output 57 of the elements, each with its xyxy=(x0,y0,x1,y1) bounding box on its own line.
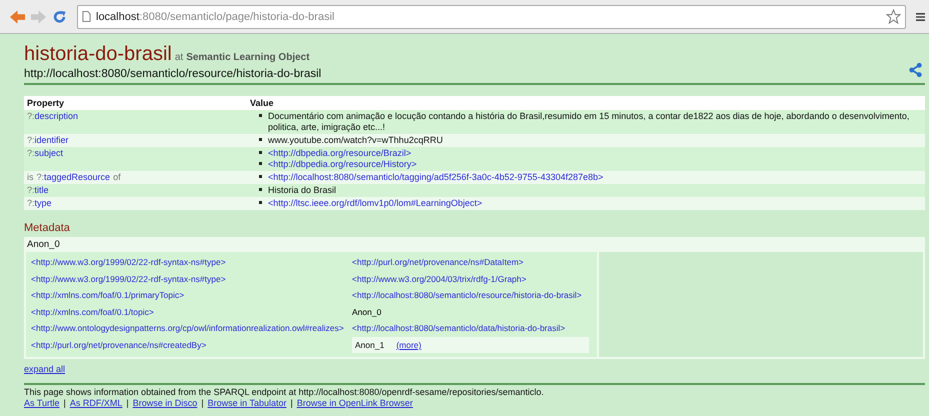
column-header: Value xyxy=(247,96,925,110)
resource-uri: http://localhost:8080/semanticlo/resource/historia-do-brasil xyxy=(24,68,322,80)
predicate-link[interactable]: <http://xmlns.com/foaf/0.1/primaryTopic> xyxy=(26,290,352,300)
separator: | xyxy=(64,398,66,409)
separator: | xyxy=(126,398,129,409)
bullet-icon xyxy=(259,114,262,117)
menu-icon[interactable] xyxy=(916,12,925,22)
footer-link[interactable]: As Turtle xyxy=(24,398,60,409)
property-name[interactable]: ?:title xyxy=(27,185,49,195)
footer-link[interactable]: As RDF/XML xyxy=(70,398,122,409)
footer-link[interactable]: Browse in Tabulator xyxy=(208,398,286,409)
value-text: www.youtube.com/watch?v=wThhu2cqRRU xyxy=(268,135,443,146)
object-link[interactable]: <http://localhost:8080/semanticlo/data/historia-do-brasil> xyxy=(352,323,597,334)
separator: | xyxy=(290,398,293,409)
site-name: Semantic Learning Object xyxy=(186,52,310,63)
object-link[interactable]: <http://localhost:8080/semanticlo/resource/historia-do-brasil> xyxy=(352,290,597,300)
expand-all-link[interactable]: expand all xyxy=(24,364,66,374)
bullet-icon xyxy=(259,138,262,141)
footer-text: This page shows information obtained from the SPARQL endpoint at http://localhost:8080/openrdf-sesame/repositories/semanticlo. xyxy=(24,387,545,398)
object-text: Anon_0 xyxy=(352,306,382,317)
predicate-link[interactable]: <http://www.ontologydesignpatterns.org/cp/owl/informationrealization.owl#realizes> xyxy=(26,323,352,334)
property-name[interactable]: ?:subject xyxy=(27,148,64,158)
bullet-icon xyxy=(259,201,262,204)
separator: | xyxy=(201,398,204,409)
address-bar[interactable]: localhost:8080/semanticlo/page/historia-do-brasil xyxy=(77,4,906,28)
predicate-link[interactable]: <http://xmlns.com/foaf/0.1/topic> xyxy=(26,306,352,317)
node-label: Anon_1 xyxy=(355,340,384,350)
value-text: Documentário com animação e locução contando a história do Brasil,resumido em 15 minutos, a contar de1822 aos dias de hoje, abordando o desenvolvimento, politica, arte, imigração etc...! xyxy=(268,111,910,133)
predicate-link[interactable]: <http://www.w3.org/1999/02/22-rdf-syntax-ns#type> xyxy=(26,274,352,284)
footer-link[interactable]: Browse in OpenLink Browser xyxy=(296,398,413,409)
page-icon xyxy=(82,11,91,22)
back-icon[interactable] xyxy=(10,10,25,24)
at-label: at xyxy=(174,52,184,63)
object-link[interactable]: <http://www.w3.org/2004/03/trix/rdfg-1/Graph> xyxy=(352,274,597,284)
value-link[interactable]: <http://dbpedia.org/resource/History> xyxy=(268,159,417,170)
footer-link[interactable]: Browse in Disco xyxy=(132,398,198,409)
property-name[interactable]: ?:identifier xyxy=(27,135,69,145)
node-header: Anon_0 xyxy=(24,237,925,252)
bullet-icon xyxy=(259,175,262,178)
url-text: localhost:8080/semanticlo/page/historia-do-brasil xyxy=(96,10,336,22)
property-name[interactable]: ?:description xyxy=(27,111,78,121)
reload-icon[interactable] xyxy=(52,10,67,24)
page-title: historia-do-brasil xyxy=(24,43,172,65)
object-link[interactable]: <http://purl.org/net/provenance/ns#DataItem> xyxy=(352,257,597,268)
share-icon[interactable] xyxy=(908,62,923,78)
predicate-link[interactable]: <http://purl.org/net/provenance/ns#createdBy> xyxy=(26,340,352,350)
bullet-icon xyxy=(259,162,262,165)
column-header: Property xyxy=(24,96,247,110)
more-link[interactable]: (more) xyxy=(396,340,422,350)
predicate-link[interactable]: <http://www.w3.org/1999/02/22-rdf-syntax-ns#type> xyxy=(26,257,352,268)
section-heading: Metadata xyxy=(24,222,71,234)
bullet-icon xyxy=(259,151,262,154)
value-text: Historia do Brasil xyxy=(268,185,336,196)
value-link[interactable]: <http://dbpedia.org/resource/Brazil> xyxy=(268,148,412,159)
bullet-icon xyxy=(259,188,262,191)
property-name[interactable]: ?:type xyxy=(27,198,52,208)
star-icon[interactable] xyxy=(886,9,901,24)
